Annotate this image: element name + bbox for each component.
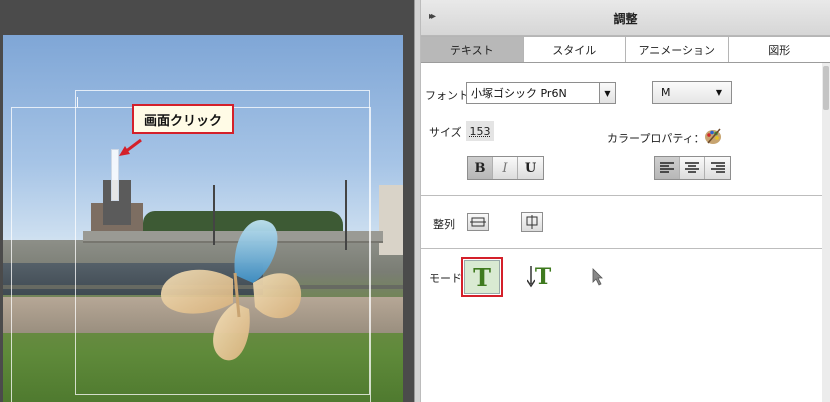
size-label: サイズ bbox=[429, 126, 462, 139]
canvas-photo bbox=[3, 35, 403, 402]
color-palette-icon[interactable] bbox=[704, 127, 722, 145]
photo-building-right bbox=[379, 185, 403, 255]
align-right-icon bbox=[710, 162, 725, 173]
align-center-button[interactable] bbox=[680, 157, 705, 179]
font-label: フォント bbox=[425, 89, 469, 102]
tab-text[interactable]: テキスト bbox=[421, 36, 524, 62]
tab-style[interactable]: スタイル bbox=[523, 36, 626, 62]
panel-tabs: テキスト スタイル アニメーション 図形 bbox=[421, 36, 830, 63]
tab-shape[interactable]: 図形 bbox=[728, 36, 830, 62]
align-right-button[interactable] bbox=[705, 157, 730, 179]
paragraph-align-buttons bbox=[654, 156, 731, 180]
section-divider bbox=[421, 248, 822, 249]
scrollbar-thumb[interactable] bbox=[823, 66, 829, 110]
align-left-icon bbox=[660, 162, 674, 173]
font-style-select[interactable]: M ▼ bbox=[652, 81, 732, 104]
canvas-area[interactable]: 画面クリック bbox=[0, 0, 414, 402]
selection-handle[interactable] bbox=[77, 97, 78, 107]
panel-title: 調整 bbox=[613, 12, 638, 26]
chevron-down-icon: ▼ bbox=[599, 83, 615, 103]
selection-tool-cursor-icon[interactable] bbox=[592, 268, 604, 286]
adjustments-panel: ▸▸ 調整 テキスト スタイル アニメーション 図形 フォント 小塚ゴシック P… bbox=[421, 0, 830, 402]
vertical-text-arrow-icon bbox=[526, 266, 535, 288]
panel-header: ▸▸ 調整 bbox=[421, 0, 830, 36]
panel-splitter[interactable] bbox=[414, 0, 421, 402]
color-property-label: カラープロパティ： bbox=[607, 132, 705, 145]
align-vertical-icon bbox=[526, 215, 538, 229]
callout-arrow-icon bbox=[119, 138, 142, 156]
font-family-select[interactable]: 小塚ゴシック Pr6N ▼ bbox=[466, 82, 616, 104]
arrange-label: 整列 bbox=[433, 218, 455, 231]
horizontal-text-mode-button[interactable]: T bbox=[461, 257, 503, 297]
font-size-field[interactable]: 153 bbox=[466, 121, 494, 141]
vertical-text-glyph: T bbox=[534, 264, 552, 290]
font-style-value: M bbox=[661, 86, 671, 99]
bold-button[interactable]: B bbox=[468, 157, 493, 179]
section-divider bbox=[421, 195, 822, 196]
chevron-down-icon: ▼ bbox=[715, 88, 723, 97]
align-vertical-button[interactable] bbox=[521, 212, 543, 232]
align-horizontal-icon bbox=[470, 217, 486, 227]
panel-scrollbar[interactable] bbox=[822, 63, 830, 402]
underline-button[interactable]: U bbox=[518, 157, 543, 179]
italic-button[interactable]: I bbox=[493, 157, 518, 179]
align-horizontal-button[interactable] bbox=[467, 213, 489, 231]
tab-animation[interactable]: アニメーション bbox=[626, 36, 729, 62]
text-style-buttons: B I U bbox=[467, 156, 544, 180]
mode-label: モード bbox=[429, 272, 462, 285]
font-family-value: 小塚ゴシック Pr6N bbox=[471, 87, 567, 100]
align-center-icon bbox=[685, 162, 699, 173]
click-screen-callout: 画面クリック bbox=[132, 104, 234, 134]
align-left-button[interactable] bbox=[655, 157, 680, 179]
vertical-text-mode-button[interactable]: T bbox=[521, 260, 557, 294]
